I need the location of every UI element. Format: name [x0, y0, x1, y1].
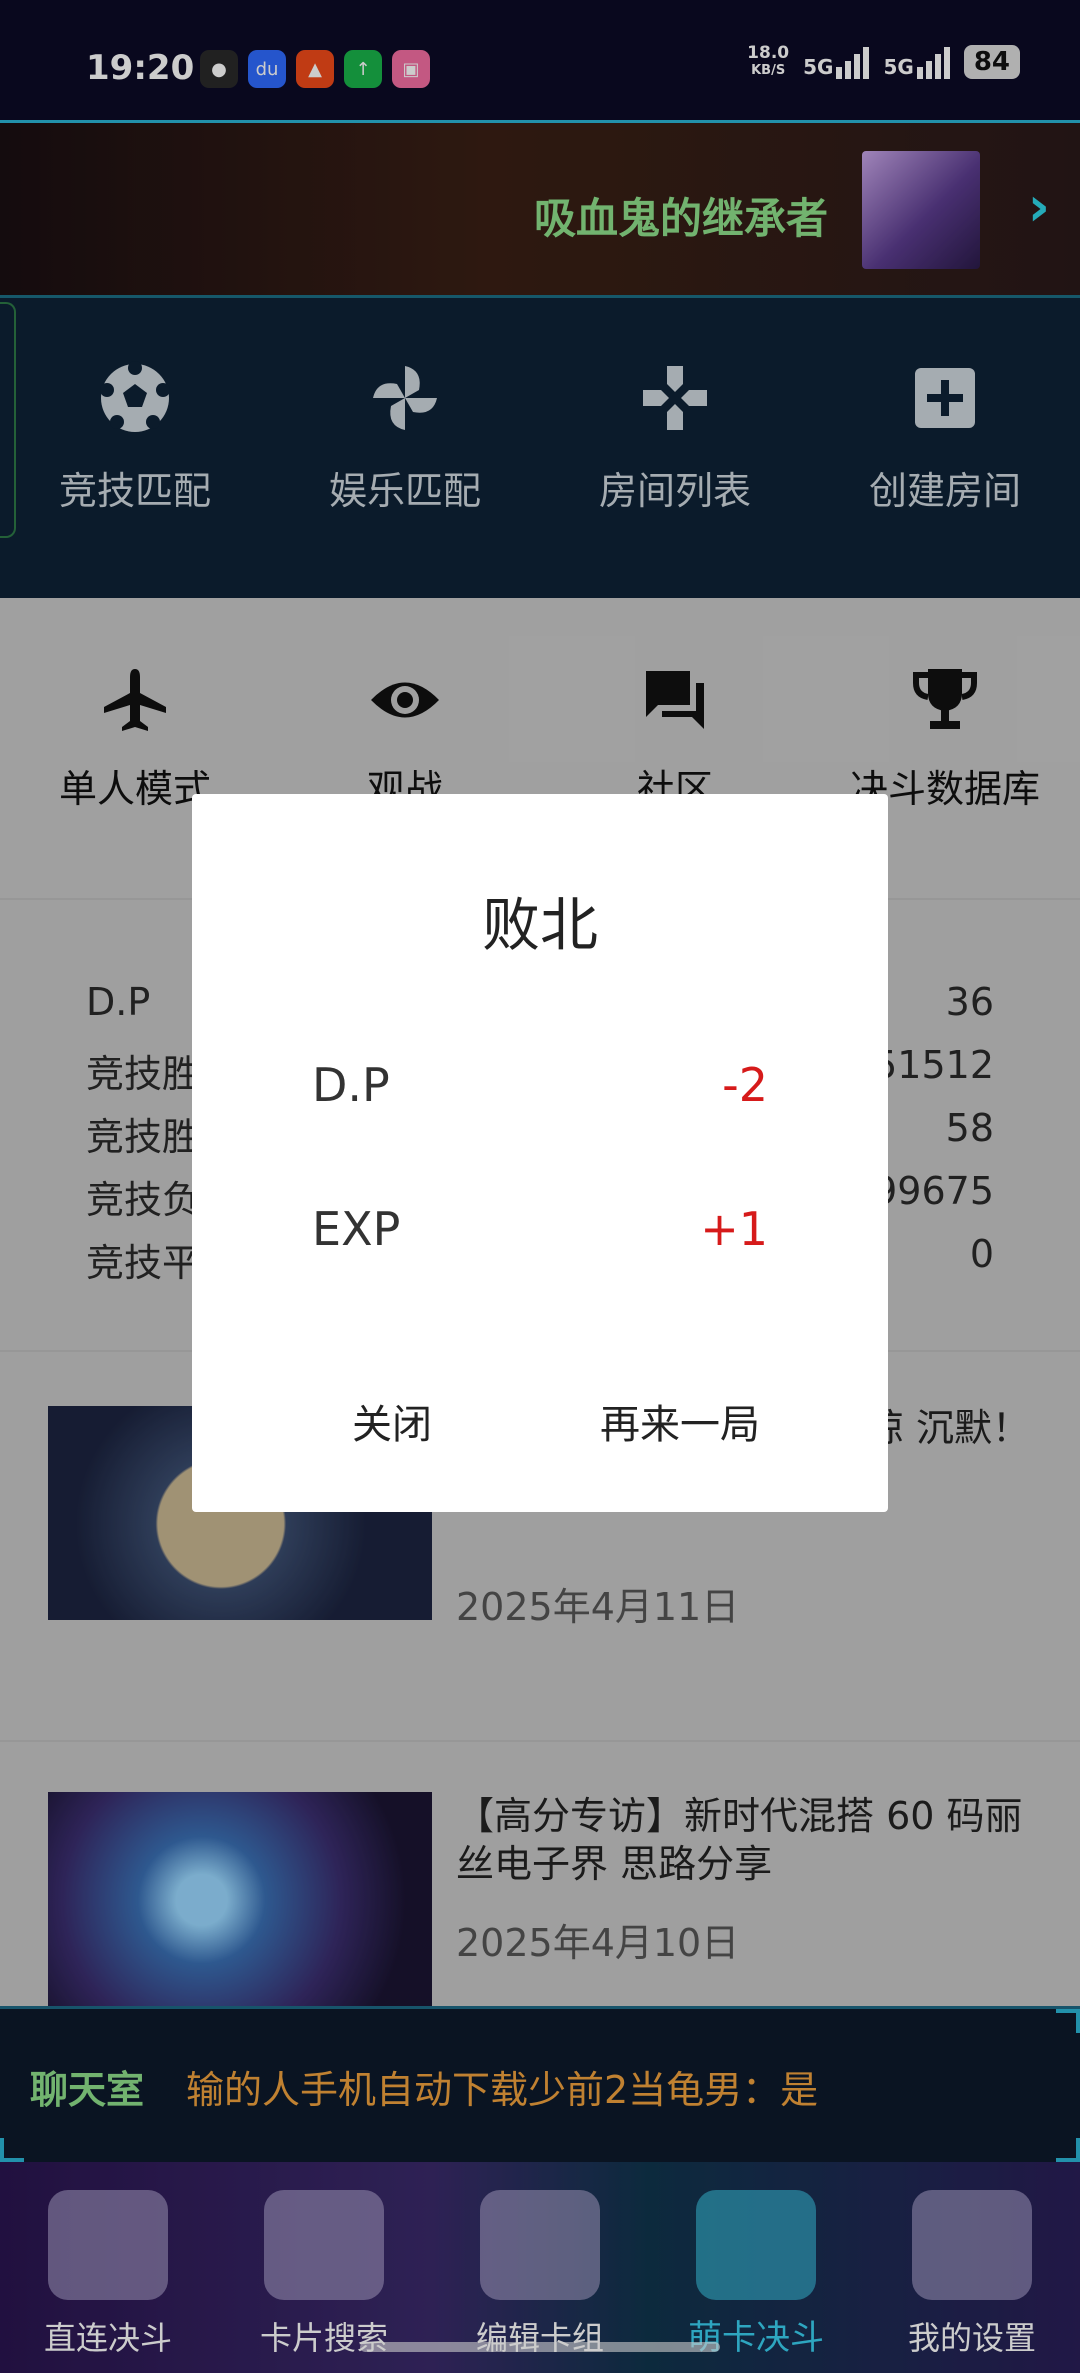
dialog-title: 败北 — [481, 891, 598, 959]
result-row-dp: D.P -2 — [312, 1058, 768, 1112]
close-button[interactable]: 关闭 — [352, 1392, 432, 1450]
play-again-button[interactable]: 再来一局 — [600, 1392, 760, 1450]
result-row-exp: EXP +1 — [312, 1202, 768, 1256]
duel-result-dialog: 败北 D.P -2 EXP +1 关闭 再来一局 — [192, 794, 888, 1512]
